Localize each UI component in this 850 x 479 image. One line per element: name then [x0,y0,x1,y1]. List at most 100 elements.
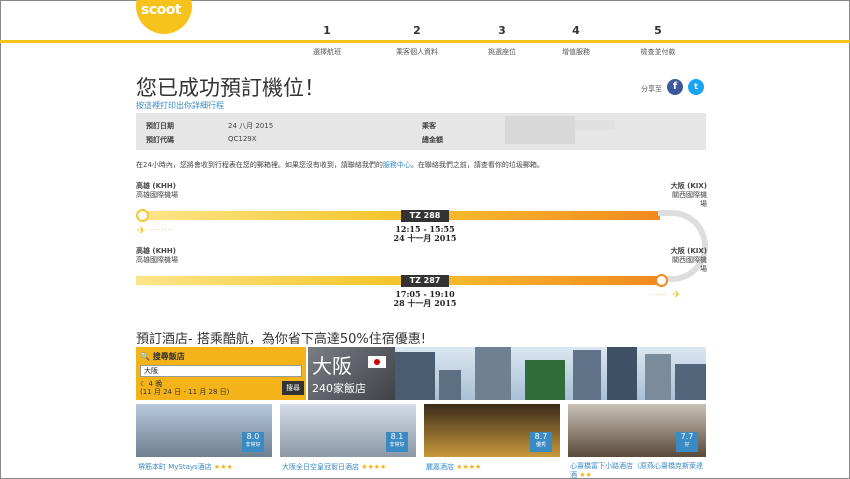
passenger-label: 乘客 [422,122,436,130]
step-4: 4 增值服務 [531,24,621,57]
hotel-search-panel: 🔍 搜尋飯店 大阪 ☾ 4 晚 (11 月 24 日 - 11 月 28 日) … [136,347,306,400]
plane-icon: ✈ [137,224,147,237]
step-label: 選擇航班 [313,48,341,56]
print-itinerary-link[interactable]: 按這裡打印出你詳細行程 [136,100,224,111]
destination-name: 關西國際機場 [672,191,707,208]
hotel-card-4[interactable]: 7.7 好 [568,404,706,457]
origin-code: 高雄 (KHH) [136,182,176,190]
score-value: 8.0 [246,432,260,441]
hotel-card-1[interactable]: 8.0 非常好 [136,404,272,457]
building [607,347,637,400]
city-name: 大阪 [312,354,352,378]
share-label: 分享至 [641,85,662,93]
hotel-name: 堺筋本町 MyStays酒店 [138,463,212,471]
city-banner[interactable]: 大阪 240家飯店 [308,347,395,400]
origin-airport-2: 高雄 (KHH) 高雄國際機場 [136,247,178,265]
star-rating: ★★★★ [361,463,387,471]
step-label: 檢查並付款 [640,48,676,56]
hotel-score-badge: 7.7 好 [676,432,698,452]
building [573,350,601,400]
route-end-node [655,274,668,287]
hotel-score-badge: 8.0 非常好 [242,432,264,452]
stay-info: ☾ 4 晚 (11 月 24 日 - 11 月 28 日) [140,380,229,396]
facebook-icon[interactable]: f [667,79,683,95]
hotel-score-badge: 8.7 優秀 [530,432,552,452]
page-title: 您已成功預訂機位！ [136,76,325,100]
building [439,370,461,400]
building [675,364,706,400]
twitter-icon[interactable]: t [688,79,704,95]
step-number: 2 [413,24,421,37]
flight-number-badge: TZ 287 [401,275,449,287]
step-number: 5 [654,24,662,37]
hotel-card-2[interactable]: 8.1 非常好 [280,404,416,457]
hotel-name-link-4[interactable]: 心齋橋富下小路酒店（原燕心齋橋克斯萊達酒 ★★ [570,462,706,479]
route-bar-return [136,276,660,285]
dotted-trail: ······ [650,292,668,299]
hotel-name-link-1[interactable]: 堺筋本町 MyStays酒店 ★★★ [138,462,233,472]
stay-dates: (11 月 24 日 - 11 月 28 日) [140,388,230,396]
plane-icon: ✈ [672,288,682,301]
hotel-score-badge: 8.1 非常好 [386,432,408,452]
step-label: 增值服務 [562,48,590,56]
star-rating: ★★★★ [456,463,482,471]
step-number: 1 [323,24,331,37]
search-icon: 🔍 [140,352,150,361]
service-center-link[interactable]: 服務中心 [383,161,411,169]
destination-airport-2: 大阪 (KIX) 關西國際機場 [667,247,707,274]
origin-name: 高雄國際機場 [136,191,178,199]
route-start-node [136,209,149,222]
city-skyline-image [395,347,706,400]
score-label: 非常好 [389,442,405,448]
hotel-card-3[interactable]: 8.7 優秀 [424,404,560,457]
booking-date-value: 24 八月 2015 [228,122,274,130]
city-hotel-count: 240家飯店 [312,382,366,395]
logo-text: scoot [141,2,182,18]
hotel-section-title: 預訂酒店- 搭乘酷航，為你省下高達50%住宿優惠! [136,332,426,347]
score-value: 7.7 [680,432,694,441]
hotel-name-link-2[interactable]: 大阪全日空皇冠假日酒店 ★★★★ [282,462,386,472]
flight-date: 28 十一月 2015 [393,298,457,308]
hotel-name-link-3[interactable]: 麗嘉酒店 ★★★★ [426,462,481,472]
booking-code-label: 預訂代碼 [146,136,174,144]
building [475,347,511,400]
score-label: 非常好 [245,442,261,448]
origin-code: 高雄 (KHH) [136,247,176,255]
dotted-trail: ········ [150,227,174,234]
score-value: 8.7 [534,432,548,441]
step-number: 4 [572,24,580,37]
score-label: 優秀 [535,442,546,448]
destination-airport-1: 大阪 (KIX) 關西國際機場 [667,182,707,209]
booking-date-label: 預訂日期 [146,122,174,130]
notice-text-before: 在24小時內，您將會收到行程表在您的郵箱裡。如果您沒有收到，請聯絡我們的 [136,161,383,169]
search-button[interactable]: 搜尋 [282,381,304,395]
step-1: 1 選擇航班 [282,24,372,57]
building [645,354,671,400]
destination-name: 關西國際機場 [672,256,707,273]
destination-code: 大阪 (KIX) [670,182,707,190]
destination-code: 大阪 (KIX) [670,247,707,255]
hotel-name: 麗嘉酒店 [426,463,454,471]
redacted-passenger-name [575,120,615,130]
step-2: 2 乘客個人資料 [372,24,462,57]
booking-summary: 預訂日期 24 八月 2015 預訂代碼 QC129X 乘客 總金額 [136,113,706,150]
notice-text-after: 。在聯絡我們之前，請查看你的垃圾郵箱。 [410,161,544,169]
star-rating: ★★★ [213,463,233,471]
nights-count: 4 晚 [148,380,163,388]
origin-airport-1: 高雄 (KHH) 高雄國際機場 [136,182,178,200]
redacted-passenger-info [505,116,575,144]
flight-date: 24 十一月 2015 [393,233,457,243]
destination-input[interactable]: 大阪 [140,365,302,377]
score-label: 好 [684,442,690,448]
castle [525,360,565,400]
search-header-label: 搜尋飯店 [152,352,185,361]
japan-flag-icon [368,356,386,368]
step-5: 5 檢查並付款 [613,24,703,57]
hotel-name: 大阪全日空皇冠假日酒店 [282,463,359,471]
total-label: 總金額 [422,136,443,144]
score-value: 8.1 [390,432,404,441]
moon-icon: ☾ [140,380,147,388]
search-header: 🔍 搜尋飯店 [140,351,185,362]
origin-name: 高雄國際機場 [136,256,178,264]
flight-number-badge: TZ 288 [401,210,449,222]
